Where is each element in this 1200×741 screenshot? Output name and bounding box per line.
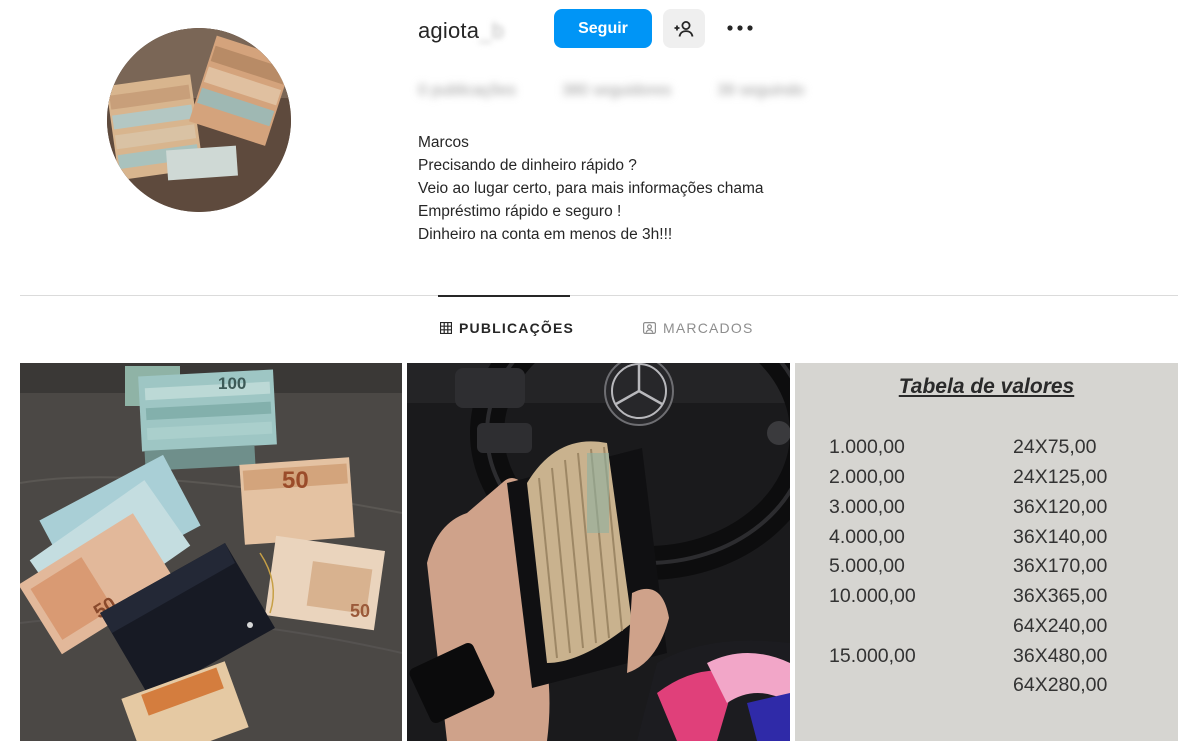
post-wallet-car[interactable] — [407, 363, 790, 741]
rate-installment: 36X120,00 — [1013, 496, 1108, 518]
rate-row: 1.000,00 24X75,00 — [795, 436, 1178, 466]
follow-button[interactable]: Seguir — [554, 9, 652, 48]
money-on-table-photo: 100 50 50 50 — [20, 363, 402, 741]
rate-installment: 36X170,00 — [1013, 555, 1108, 577]
username-blurred-suffix: _b — [479, 18, 505, 43]
rate-row: 64X280,00 — [795, 674, 1178, 704]
rate-row: 3.000,00 36X120,00 — [795, 496, 1178, 526]
rate-installment: 36X480,00 — [1013, 645, 1108, 667]
suggest-user-button[interactable] — [663, 9, 705, 48]
rate-row: 64X240,00 — [795, 615, 1178, 645]
rate-installment: 36X140,00 — [1013, 526, 1108, 548]
banknote-50-stack-label: 50 — [282, 467, 309, 494]
rate-row: 2.000,00 24X125,00 — [795, 466, 1178, 496]
profile-bio: Marcos Precisando de dinheiro rápido ? V… — [418, 131, 763, 246]
add-person-icon — [674, 20, 694, 37]
rate-amount: 4.000,00 — [829, 526, 905, 548]
following-count[interactable]: 39 seguindo — [717, 82, 804, 100]
rate-installment: 36X365,00 — [1013, 585, 1108, 607]
active-tab-indicator — [438, 295, 570, 297]
money-stack-photo — [107, 28, 291, 212]
rate-row: 10.000,00 36X365,00 — [795, 585, 1178, 615]
rate-installment: 64X240,00 — [1013, 615, 1108, 637]
posts-count: 0 publicações — [418, 82, 516, 99]
profile-avatar[interactable] — [107, 28, 291, 212]
rate-installment: 64X280,00 — [1013, 674, 1108, 696]
rate-row: 4.000,00 36X140,00 — [795, 526, 1178, 556]
more-dots-icon — [727, 25, 753, 31]
rate-row: 15.000,00 36X480,00 — [795, 645, 1178, 675]
bio-line: Dinheiro na conta em menos de 3h!!! — [418, 226, 673, 243]
tab-posts[interactable]: PUBLICAÇÕES — [440, 320, 574, 336]
rate-amount: 1.000,00 — [829, 436, 905, 458]
rate-table-title: Tabela de valores — [898, 375, 1075, 398]
banknote-50-loose-label: 50 — [350, 601, 370, 621]
rate-installment: 24X75,00 — [1013, 436, 1097, 458]
tagged-person-icon — [643, 322, 656, 334]
rate-amount: 3.000,00 — [829, 496, 905, 518]
username-text: agiota — [418, 18, 480, 43]
rate-amount: 15.000,00 — [829, 645, 916, 667]
bio-line: Precisando de dinheiro rápido ? — [418, 157, 637, 174]
banknote-100-label: 100 — [218, 374, 246, 393]
bio-line: Empréstimo rápido e seguro ! — [418, 203, 622, 220]
tab-posts-label: PUBLICAÇÕES — [459, 320, 575, 336]
rate-row: 5.000,00 36X170,00 — [795, 555, 1178, 585]
tab-tagged[interactable]: MARCADOS — [643, 320, 754, 336]
rate-amount: 10.000,00 — [829, 585, 916, 607]
tab-tagged-label: MARCADOS — [663, 320, 754, 336]
post-rate-table[interactable]: Tabela de valores 1.000,00 24X75,00 2.00… — [795, 363, 1178, 741]
post-money-wallet[interactable]: 100 50 50 50 — [20, 363, 402, 741]
wallet-in-car-photo — [407, 363, 790, 741]
tabs-divider — [20, 295, 1178, 296]
rate-amount: 2.000,00 — [829, 466, 905, 488]
rate-amount: 5.000,00 — [829, 555, 905, 577]
grid-icon — [440, 322, 452, 334]
rate-installment: 24X125,00 — [1013, 466, 1108, 488]
followers-count[interactable]: 380 seguidores — [562, 82, 671, 100]
more-options-button[interactable] — [722, 14, 758, 42]
bio-line: Veio ao lugar certo, para mais informaçõ… — [418, 180, 764, 197]
bio-name: Marcos — [418, 134, 469, 151]
profile-username: agiota_b — [418, 18, 504, 44]
profile-stats: 0 publicações 380 seguidores 39 seguindo — [418, 82, 804, 100]
